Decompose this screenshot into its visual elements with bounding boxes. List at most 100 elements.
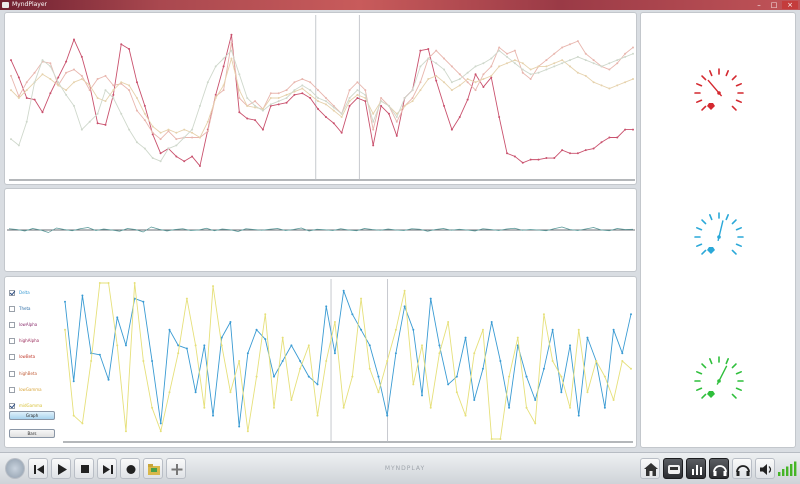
data-point	[324, 97, 327, 99]
data-point	[246, 352, 249, 355]
data-point	[325, 305, 328, 308]
bar-chart-icon[interactable]	[686, 458, 706, 479]
data-point	[372, 112, 375, 115]
record-indicator-icon[interactable]	[5, 458, 25, 479]
close-button[interactable]: ×	[782, 1, 798, 9]
data-point	[316, 414, 319, 417]
gauge-tick	[696, 227, 703, 231]
data-point	[616, 59, 619, 62]
maximize-button[interactable]: □	[767, 1, 781, 9]
data-point	[159, 430, 162, 433]
stop-icon[interactable]	[74, 458, 94, 479]
volume-icon[interactable]	[755, 458, 775, 479]
data-point	[360, 328, 363, 331]
data-point	[395, 134, 398, 137]
data-point	[542, 313, 545, 316]
data-point	[545, 68, 548, 71]
data-point	[403, 104, 406, 107]
data-point	[229, 391, 232, 394]
data-point	[490, 74, 493, 77]
data-point	[386, 414, 389, 417]
data-point	[175, 155, 178, 158]
data-point	[324, 100, 327, 103]
series-line	[64, 290, 632, 427]
data-point	[246, 117, 249, 120]
data-point	[427, 57, 430, 60]
data-point	[25, 81, 28, 84]
home-icon[interactable]	[640, 458, 660, 479]
data-point	[632, 78, 634, 81]
headphones-icon[interactable]	[732, 458, 752, 479]
data-point	[490, 438, 493, 440]
gauge-tick	[731, 105, 737, 111]
minimize-button[interactable]: –	[752, 1, 766, 9]
record-icon[interactable]	[120, 458, 140, 479]
data-point	[307, 344, 310, 347]
data-point	[412, 328, 415, 331]
skip-forward-icon[interactable]	[97, 458, 117, 479]
data-point	[293, 89, 296, 92]
data-point	[632, 52, 634, 55]
data-point	[513, 49, 516, 52]
data-point	[624, 55, 627, 58]
data-point	[368, 367, 371, 370]
data-point	[576, 55, 579, 58]
data-point	[293, 81, 296, 84]
play-icon[interactable]	[51, 458, 71, 479]
data-point	[120, 112, 123, 115]
skip-back-icon[interactable]	[28, 458, 48, 479]
data-point	[238, 360, 241, 362]
data-point	[411, 97, 414, 99]
gauge-tick	[731, 363, 737, 369]
data-point	[608, 87, 611, 90]
data-point	[203, 344, 206, 347]
data-point	[81, 294, 84, 297]
data-point	[309, 81, 312, 84]
open-folder-icon[interactable]	[143, 458, 163, 479]
data-point	[429, 406, 432, 409]
data-point	[576, 152, 579, 155]
data-point	[203, 406, 206, 409]
data-point	[65, 60, 68, 63]
data-point	[584, 149, 587, 152]
data-point	[537, 71, 540, 74]
data-point	[592, 147, 595, 150]
gauge-tick	[735, 83, 742, 87]
data-point	[545, 65, 548, 68]
data-point	[116, 344, 119, 347]
data-point	[175, 131, 178, 134]
data-point	[301, 87, 304, 90]
data-point	[185, 347, 188, 350]
data-point	[167, 128, 170, 131]
data-point	[360, 297, 363, 300]
data-point	[324, 103, 327, 106]
data-point	[33, 71, 36, 74]
data-point	[281, 360, 284, 362]
data-point	[72, 68, 75, 71]
add-icon[interactable]	[166, 458, 186, 479]
data-point	[17, 97, 20, 99]
gauge-tick	[696, 243, 703, 247]
data-point	[72, 81, 75, 84]
gauge-tick	[725, 358, 729, 365]
data-point	[124, 344, 127, 347]
data-point	[356, 89, 359, 92]
headphones-icon[interactable]	[709, 458, 729, 479]
data-point	[348, 97, 351, 99]
data-point	[301, 78, 304, 81]
data-point	[290, 399, 293, 401]
data-point	[632, 128, 634, 131]
data-point	[90, 360, 93, 362]
data-point	[159, 138, 162, 141]
data-point	[403, 305, 406, 308]
title-bar[interactable]: MyndPlayer – □ ×	[0, 0, 800, 10]
data-point	[603, 406, 606, 409]
gauge-tick	[701, 219, 707, 225]
data-point	[377, 391, 380, 394]
data-point	[191, 155, 194, 158]
data-point	[545, 157, 548, 160]
headset-device-icon[interactable]	[663, 458, 683, 479]
data-point	[255, 328, 258, 331]
data-point	[450, 81, 453, 84]
data-point	[513, 62, 516, 65]
